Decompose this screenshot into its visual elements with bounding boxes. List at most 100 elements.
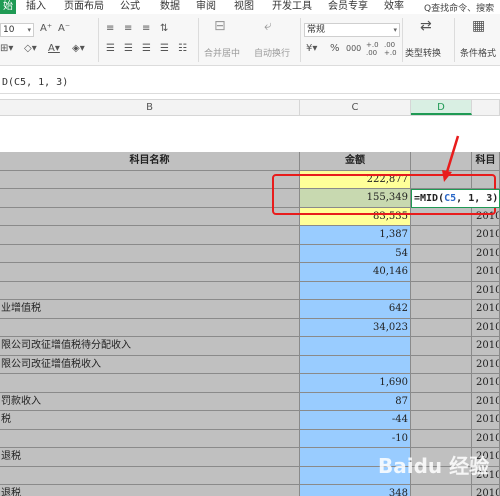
column-header-b[interactable]: B [0,100,300,115]
column-d-cell[interactable] [411,226,472,245]
subject-name-cell[interactable] [0,429,300,448]
header-cell-code[interactable]: 科目 [472,152,500,171]
subject-code-cell[interactable]: 2010 [472,485,500,496]
font-shrink-icon[interactable]: A⁻ [58,23,70,35]
clear-format-icon[interactable]: ◈▾ [72,43,85,55]
tab-developer[interactable]: 开发工具 [272,0,312,14]
subject-name-cell[interactable]: 退税 [0,448,300,467]
column-d-cell[interactable] [411,355,472,374]
border-icon[interactable]: ⊞▾ [0,43,13,55]
column-d-cell[interactable] [411,392,472,411]
amount-cell[interactable]: 222,877 [300,170,411,189]
header-cell-subject[interactable]: 科目名称 [0,152,300,171]
subject-name-cell[interactable] [0,263,300,282]
subject-name-cell[interactable]: 业增值税 [0,300,300,319]
column-header-c[interactable]: C [300,100,411,115]
fill-color-icon[interactable]: ◇▾ [24,43,37,55]
subject-code-cell[interactable] [472,170,500,189]
column-d-cell[interactable] [411,374,472,393]
amount-cell[interactable]: -44 [300,411,411,430]
formula-text[interactable]: D(C5, 1, 3) [2,77,68,88]
convert-type-button[interactable]: 类型转换 [405,46,441,59]
column-header-d[interactable]: D [411,100,472,115]
column-header-e[interactable] [472,100,500,115]
amount-cell[interactable] [300,281,411,300]
tab-efficiency[interactable]: 效率 [384,0,404,14]
column-d-cell[interactable] [411,466,472,485]
tab-view[interactable]: 视图 [234,0,254,14]
subject-name-cell[interactable] [0,318,300,337]
tab-data[interactable]: 数据 [160,0,180,14]
merge-center-button[interactable]: 合并居中 [204,46,240,59]
subject-code-cell[interactable]: 2010 [472,429,500,448]
tab-insert[interactable]: 插入 [26,0,46,14]
decrease-decimal-icon[interactable]: .00 +.0 [384,41,398,57]
tab-member[interactable]: 会员专享 [328,0,368,14]
wrap-text-button[interactable]: 自动换行 [254,46,290,59]
subject-name-cell[interactable]: 罚款收入 [0,392,300,411]
spreadsheet-grid[interactable]: 科目名称 金额 科目 222,877 155,349 =MID(C5, 1, 3) 8… [0,116,500,496]
amount-cell[interactable]: 87 [300,392,411,411]
subject-name-cell[interactable] [0,244,300,263]
conditional-format-button[interactable]: 条件格式 [460,46,496,59]
amount-cell[interactable]: 83,535 [300,207,411,226]
subject-name-cell[interactable] [0,374,300,393]
column-d-cell[interactable] [411,318,472,337]
column-d-cell[interactable] [411,448,472,467]
amount-cell[interactable] [300,448,411,467]
header-cell-amount[interactable]: 金额 [300,152,411,171]
font-color-icon[interactable]: A▾ [48,43,60,55]
subject-code-cell[interactable]: 2010 [472,318,500,337]
subject-code-cell[interactable]: 2010 [472,337,500,356]
subject-code-cell[interactable]: 2010 [472,263,500,282]
column-d-cell[interactable] [411,300,472,319]
percent-icon[interactable]: % [330,43,340,55]
subject-code-cell[interactable]: 2010 [472,244,500,263]
align-left-icon[interactable]: ☰ [106,43,115,55]
tab-home[interactable]: 始 [0,0,16,14]
amount-cell[interactable]: 1,690 [300,374,411,393]
increase-decimal-icon[interactable]: +.0 .00 [366,41,380,57]
subject-name-cell[interactable]: 限公司改征增值税待分配收入 [0,337,300,356]
subject-name-cell[interactable] [0,189,300,208]
column-d-cell[interactable] [411,263,472,282]
tab-formula[interactable]: 公式 [120,0,140,14]
align-middle-icon[interactable]: ≡ [124,23,132,35]
column-d-cell[interactable] [411,429,472,448]
justify-icon[interactable]: ☰ [160,43,169,55]
tab-page-layout[interactable]: 页面布局 [64,0,104,14]
amount-cell[interactable]: 34,023 [300,318,411,337]
subject-code-cell[interactable]: 2010 [472,226,500,245]
align-center-icon[interactable]: ☰ [124,43,133,55]
subject-name-cell[interactable] [0,170,300,189]
align-bottom-icon[interactable]: ≡ [142,23,150,35]
amount-cell[interactable]: 54 [300,244,411,263]
subject-name-cell[interactable]: 税 [0,411,300,430]
subject-code-cell[interactable]: 2010 [472,448,500,467]
subject-name-cell[interactable] [0,281,300,300]
subject-code-cell[interactable]: 2010 [472,281,500,300]
align-right-icon[interactable]: ☰ [142,43,151,55]
subject-code-cell[interactable]: 2010 [472,374,500,393]
amount-cell[interactable]: 642 [300,300,411,319]
column-d-cell[interactable] [411,281,472,300]
column-d-cell[interactable] [411,244,472,263]
column-d-cell[interactable] [411,485,472,496]
subject-code-cell[interactable]: 2010 [472,392,500,411]
align-top-icon[interactable]: ≡ [106,23,114,35]
column-d-cell[interactable] [411,337,472,356]
currency-icon[interactable]: ¥▾ [306,43,317,55]
header-cell-d[interactable] [411,152,472,171]
subject-name-cell[interactable] [0,226,300,245]
subject-name-cell[interactable]: 退税 [0,485,300,496]
thousands-icon[interactable]: 000 [346,43,361,55]
font-size-select[interactable]: 10 ▾ [0,23,34,37]
amount-cell[interactable] [300,466,411,485]
number-format-select[interactable]: 常规 ▾ [304,23,400,37]
subject-code-cell[interactable]: 2010 [472,207,500,226]
blank-row[interactable] [0,116,500,152]
subject-code-cell[interactable]: 2010 [472,466,500,485]
amount-cell[interactable] [300,355,411,374]
font-grow-icon[interactable]: A⁺ [40,23,52,35]
amount-cell[interactable]: 155,349 [300,189,411,208]
